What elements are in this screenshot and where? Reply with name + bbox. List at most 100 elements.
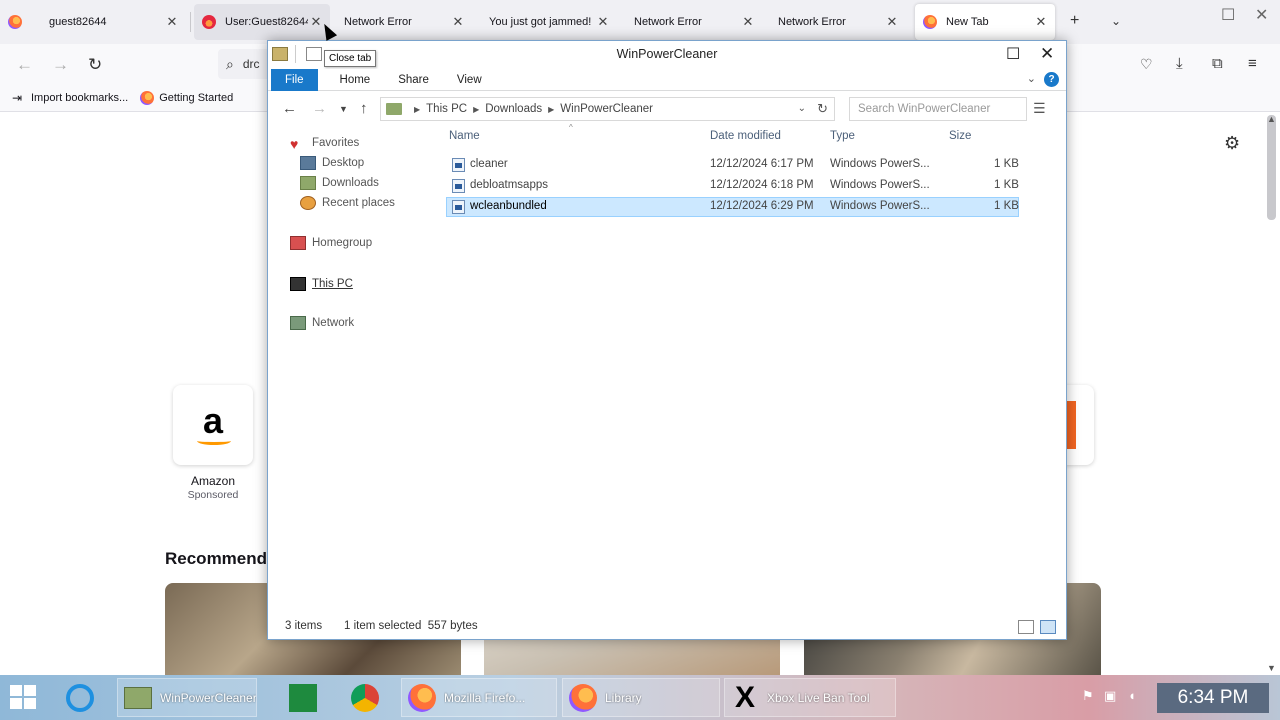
tab-network-error-3[interactable]: Network Error ✕: [770, 4, 906, 40]
nav-favorites[interactable]: ♥ Favorites: [290, 136, 359, 152]
computer-icon: [290, 277, 306, 291]
help-icon[interactable]: ?: [1044, 72, 1059, 87]
scrollbar-thumb[interactable]: [1267, 115, 1276, 220]
nav-this-pc[interactable]: This PC: [290, 277, 353, 291]
tab-new-tab[interactable]: New Tab ✕: [915, 4, 1055, 40]
taskbar-library[interactable]: Library: [562, 678, 720, 717]
taskbar-firefox[interactable]: Mozilla Firefo...: [401, 678, 557, 717]
flag-icon[interactable]: ⚑: [1082, 688, 1094, 704]
file-row[interactable]: debloatmsapps 12/12/2024 6:18 PM Windows…: [446, 176, 1019, 196]
tab-home[interactable]: Home: [326, 69, 385, 91]
details-view-icon[interactable]: [1018, 620, 1034, 634]
recent-locations-chevron-icon[interactable]: ▼: [339, 104, 348, 114]
search-input[interactable]: Search WinPowerCleaner: [849, 97, 1027, 121]
forward-arrow-icon[interactable]: →: [52, 55, 69, 75]
network-tray-icon[interactable]: ▣: [1104, 688, 1116, 704]
nav-network[interactable]: Network: [290, 316, 354, 330]
bookmark-getting-started[interactable]: Getting Started: [140, 90, 233, 105]
column-header-name[interactable]: Name: [449, 130, 480, 142]
close-icon[interactable]: ✕: [1040, 44, 1054, 64]
search-icon: ⌕: [226, 55, 234, 72]
tab-title: New Tab: [946, 16, 989, 28]
file-list: ^ Name Date modified Type Size cleaner 1…: [446, 123, 1066, 611]
column-header-date-modified[interactable]: Date modified: [710, 130, 781, 142]
tab-network-error-2[interactable]: Network Error ✕: [626, 4, 762, 40]
selection-info: 1 item selected 557 bytes: [344, 620, 478, 632]
breadcrumb-this-pc[interactable]: This PC: [426, 103, 467, 115]
firefox-icon: [923, 15, 937, 29]
close-icon[interactable]: ✕: [884, 14, 900, 30]
column-header-size[interactable]: Size: [949, 130, 971, 142]
windows-start-icon[interactable]: [10, 685, 38, 711]
close-window-icon[interactable]: ✕: [1255, 5, 1268, 25]
taskbar-chrome[interactable]: [345, 678, 389, 717]
pocket-icon[interactable]: ♡: [1140, 56, 1153, 73]
up-arrow-icon[interactable]: ↑: [360, 100, 368, 117]
close-icon[interactable]: ✕: [450, 14, 466, 30]
options-menu-icon[interactable]: ☰: [1033, 100, 1046, 117]
maximize-icon[interactable]: ☐: [1221, 5, 1235, 25]
column-header-type[interactable]: Type: [830, 130, 855, 142]
tab-title: Network Error: [634, 16, 702, 28]
tab-share[interactable]: Share: [384, 69, 443, 91]
list-tabs-chevron-icon[interactable]: ⌄: [1111, 14, 1121, 28]
tab-user-guest82644[interactable]: User:Guest82644 ✕: [194, 4, 330, 40]
homegroup-icon: [290, 236, 306, 250]
downloads-icon[interactable]: ⤓: [1176, 55, 1183, 72]
address-bar[interactable]: ▶ This PC ▶ Downloads ▶ WinPowerCleaner …: [380, 97, 835, 121]
taskbar-sheets[interactable]: [283, 678, 327, 717]
folder-icon: [386, 103, 402, 115]
bookmark-import[interactable]: ⇥ Import bookmarks...: [12, 91, 128, 105]
forward-arrow-icon[interactable]: →: [312, 100, 327, 117]
tab-guest82644[interactable]: guest82644 ✕: [8, 4, 186, 40]
back-arrow-icon[interactable]: ←: [16, 55, 33, 75]
refresh-icon[interactable]: ↻: [817, 101, 828, 117]
breadcrumb-downloads[interactable]: Downloads: [485, 103, 542, 115]
extensions-icon[interactable]: ⧉: [1212, 55, 1223, 72]
taskbar-label: Library: [605, 690, 642, 705]
address-dropdown-chevron-icon[interactable]: ⌄: [798, 103, 806, 114]
file-date: 12/12/2024 6:17 PM: [710, 158, 814, 170]
maximize-icon[interactable]: ☐: [1006, 44, 1020, 64]
taskbar-ie[interactable]: [60, 678, 104, 717]
window-title: WinPowerCleaner: [616, 47, 718, 61]
nav-downloads[interactable]: Downloads: [300, 176, 379, 190]
explorer-window: Close tab WinPowerCleaner ☐ ✕ File Home …: [267, 40, 1067, 640]
scroll-down-icon[interactable]: ▼: [1267, 663, 1276, 673]
clock[interactable]: 6:34 PM: [1157, 683, 1269, 713]
nav-homegroup[interactable]: Homegroup: [290, 236, 372, 250]
new-tab-plus-icon[interactable]: +: [1070, 12, 1079, 30]
file-name: cleaner: [470, 158, 508, 170]
back-arrow-icon[interactable]: ←: [282, 100, 297, 117]
taskbar-winpowercleaner[interactable]: WinPowerCleaner: [117, 678, 257, 717]
nav-recent-places[interactable]: Recent places: [300, 196, 395, 210]
taskbar-xbox-ban-tool[interactable]: X Xbox Live Ban Tool: [724, 678, 896, 717]
file-row[interactable]: cleaner 12/12/2024 6:17 PM Windows Power…: [446, 155, 1019, 175]
scroll-up-icon[interactable]: ▲: [1267, 114, 1276, 124]
tab-network-error-1[interactable]: Network Error ✕: [336, 4, 472, 40]
nav-desktop[interactable]: Desktop: [300, 156, 364, 170]
gear-icon[interactable]: ⚙: [1224, 133, 1240, 154]
close-icon[interactable]: ✕: [740, 14, 756, 30]
tab-file[interactable]: File: [271, 68, 318, 91]
shortcut-partial[interactable]: [1064, 385, 1094, 465]
tab-jammed[interactable]: You just got jammed! ✕: [481, 4, 617, 40]
amazon-smile-icon: [197, 437, 231, 445]
large-icons-view-icon[interactable]: [1040, 620, 1056, 634]
taskbar-label: Xbox Live Ban Tool: [767, 690, 870, 705]
menu-hamburger-icon[interactable]: ≡: [1248, 55, 1257, 72]
tab-view[interactable]: View: [443, 69, 496, 91]
shortcut-sponsored: Sponsored: [187, 489, 239, 501]
explorer-title-bar[interactable]: Close tab WinPowerCleaner ☐ ✕: [268, 41, 1066, 69]
breadcrumb-winpowercleaner[interactable]: WinPowerCleaner: [560, 103, 653, 115]
firefox-icon: [8, 15, 22, 29]
shortcut-amazon[interactable]: a: [173, 385, 253, 465]
file-row-selected[interactable]: wcleanbundled 12/12/2024 6:29 PM Windows…: [446, 197, 1019, 217]
close-icon[interactable]: ✕: [1033, 14, 1049, 30]
close-icon[interactable]: ✕: [595, 14, 611, 30]
reload-icon[interactable]: ↻: [88, 55, 102, 75]
close-icon[interactable]: ✕: [164, 14, 180, 30]
expand-ribbon-chevron-icon[interactable]: ⌄: [1027, 72, 1036, 85]
nav-label: Homegroup: [312, 237, 373, 249]
volume-icon[interactable]: ◖: [1128, 688, 1136, 703]
